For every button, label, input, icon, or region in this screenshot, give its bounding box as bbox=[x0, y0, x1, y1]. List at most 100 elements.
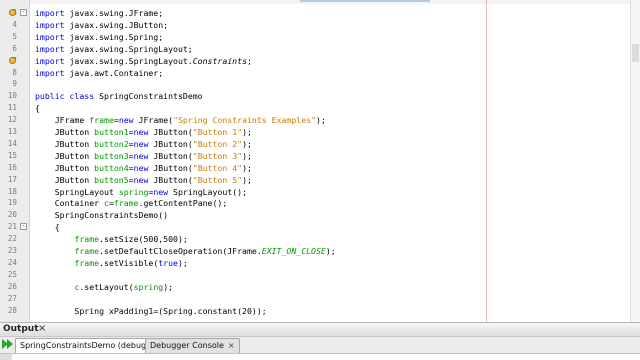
code-line[interactable]: 20 SpringConstraintsDemo() bbox=[0, 209, 640, 221]
code-line[interactable]: 23 frame.setDefaultCloseOperation(JFrame… bbox=[0, 245, 640, 257]
run-icon[interactable] bbox=[7, 339, 13, 349]
field-token: frame bbox=[89, 115, 114, 126]
code-line[interactable]: 16 JButton button4=new JButton("Button 4… bbox=[0, 162, 640, 174]
field-token: frame bbox=[74, 246, 100, 256]
code-token: javax.swing.SpringLayout. bbox=[64, 55, 193, 66]
code-line[interactable]: 3-import javax.swing.JFrame; bbox=[0, 7, 640, 19]
code-line[interactable]: 22 frame.setSize(500,500); bbox=[0, 233, 640, 245]
code-token: JButton bbox=[35, 150, 95, 161]
code-text: Container c=frame.getContentPane(); bbox=[35, 197, 228, 209]
fold-toggle-icon[interactable]: - bbox=[20, 9, 27, 16]
keyword-token: new bbox=[133, 138, 149, 149]
lightbulb-icon[interactable] bbox=[9, 56, 16, 64]
code-text: { bbox=[35, 221, 60, 233]
code-text: JButton button3=new JButton("Button 3"); bbox=[35, 150, 252, 162]
code-line[interactable]: 25 bbox=[0, 269, 640, 281]
code-line[interactable]: 24 frame.setVisible(true); bbox=[0, 257, 640, 269]
line-number: 12 bbox=[7, 115, 17, 125]
field-token: button5 bbox=[94, 174, 129, 185]
code-token: ); bbox=[242, 127, 252, 137]
output-panel-title: Output bbox=[3, 324, 39, 334]
keyword-token: import bbox=[35, 8, 65, 18]
string-token: "Button 4" bbox=[192, 162, 243, 173]
code-line[interactable]: 7import javax.swing.SpringLayout.Constra… bbox=[0, 55, 640, 67]
field-token: frame bbox=[74, 234, 100, 245]
code-token: javax.swing.JButton; bbox=[64, 19, 169, 30]
field-token: spring bbox=[133, 281, 164, 292]
code-token: ); bbox=[177, 257, 188, 268]
code-line[interactable]: 10 public class SpringConstraintsDemo bbox=[0, 90, 640, 102]
code-token: Container bbox=[35, 198, 105, 209]
code-editor[interactable]: 3-import javax.swing.JFrame;4import java… bbox=[0, 0, 640, 322]
tab-springconstraintsdemo-debug[interactable]: SpringConstraintsDemo (debug)× bbox=[15, 338, 165, 353]
code-line[interactable]: 11 { bbox=[0, 102, 640, 114]
output-area bbox=[0, 354, 640, 360]
line-number: 20 bbox=[7, 210, 17, 220]
vertical-scrollbar[interactable] bbox=[630, 0, 640, 322]
code-text: SpringLayout spring=new SpringLayout(); bbox=[35, 186, 247, 198]
code-text: import javax.swing.JButton; bbox=[35, 19, 168, 31]
code-line[interactable]: 13 JButton button1=new JButton("Button 1… bbox=[0, 126, 640, 138]
code-line[interactable]: 15 JButton button3=new JButton("Button 3… bbox=[0, 150, 640, 162]
keyword-token: new bbox=[133, 174, 149, 185]
scrollbar-thumb[interactable] bbox=[632, 44, 639, 62]
fold-toggle-icon[interactable]: - bbox=[20, 223, 27, 231]
code-line[interactable]: 12 JFrame frame=new JFrame("Spring Const… bbox=[0, 114, 640, 126]
code-text: import javax.swing.SpringLayout.Constrai… bbox=[35, 55, 252, 67]
tab-label: SpringConstraintsDemo (debug) bbox=[20, 341, 150, 350]
keyword-token: import bbox=[35, 67, 65, 78]
code-token: JButton bbox=[35, 162, 95, 173]
lightbulb-icon[interactable] bbox=[9, 9, 16, 16]
code-token: JButton( bbox=[148, 174, 193, 185]
code-text: JButton button1=new JButton("Button 1"); bbox=[35, 126, 252, 138]
code-line[interactable]: 5 import javax.swing.Spring; bbox=[0, 31, 640, 43]
line-number: 14 bbox=[7, 138, 17, 148]
code-line[interactable]: 21- { bbox=[0, 221, 640, 233]
line-number: 8 bbox=[12, 67, 17, 77]
line-number: 11 bbox=[7, 103, 17, 113]
code-token: { bbox=[35, 103, 40, 114]
code-line[interactable]: 14 JButton button2=new JButton("Button 2… bbox=[0, 138, 640, 150]
code-text: JFrame frame=new JFrame("Spring Constrai… bbox=[35, 114, 326, 126]
line-number: 24 bbox=[7, 257, 17, 267]
code-token: JFrame( bbox=[133, 115, 174, 126]
code-text: JButton button2=new JButton("Button 2"); bbox=[35, 138, 252, 150]
string-token: "Button 5" bbox=[192, 174, 243, 185]
code-token: .setSize(500,500); bbox=[99, 234, 188, 245]
keyword-token: import bbox=[35, 55, 65, 66]
code-line[interactable]: 19 Container c=frame.getContentPane(); bbox=[0, 197, 640, 209]
field-token: EXIT_ON_CLOSE bbox=[261, 246, 326, 256]
line-number: 26 bbox=[7, 281, 17, 291]
code-line[interactable]: 8 import java.awt.Container; bbox=[0, 67, 640, 79]
code-line[interactable]: 6 import javax.swing.SpringLayout; bbox=[0, 43, 640, 55]
code-token: .setVisible( bbox=[99, 257, 159, 268]
code-text: frame.setDefaultCloseOperation(JFrame.EX… bbox=[35, 245, 336, 257]
code-token: Spring xPadding1=(Spring.constant(20)); bbox=[35, 305, 267, 316]
code-text: c.setLayout(spring); bbox=[35, 281, 173, 293]
code-token: ); bbox=[325, 246, 336, 256]
code-token: SpringLayout(); bbox=[168, 186, 247, 197]
code-token: JButton( bbox=[148, 127, 193, 137]
code-line[interactable]: 28 Spring xPadding1=(Spring.constant(20)… bbox=[0, 305, 640, 317]
code-line[interactable]: 4 import javax.swing.JButton; bbox=[0, 19, 640, 31]
editor-top-strip bbox=[0, 0, 640, 4]
close-icon[interactable]: × bbox=[38, 323, 46, 334]
code-line[interactable]: 27 bbox=[0, 293, 640, 305]
code-line[interactable]: 17 JButton button5=new JButton("Button 5… bbox=[0, 174, 640, 186]
tab-debugger-console[interactable]: Debugger Console × bbox=[145, 338, 240, 353]
keyword-token: public class bbox=[35, 91, 95, 102]
code-token: javax.swing.Spring; bbox=[64, 31, 164, 42]
line-number: 13 bbox=[7, 127, 17, 136]
close-icon[interactable]: × bbox=[228, 341, 235, 350]
code-token: ); bbox=[242, 138, 252, 149]
code-line[interactable]: 26 c.setLayout(spring); bbox=[0, 281, 640, 293]
line-number: 15 bbox=[7, 150, 17, 160]
line-number: 21 bbox=[7, 222, 17, 232]
code-line[interactable]: 18 SpringLayout spring=new SpringLayout(… bbox=[0, 186, 640, 198]
code-text: import javax.swing.Spring; bbox=[35, 31, 163, 43]
code-token: JFrame bbox=[35, 115, 90, 126]
keyword-token: new bbox=[133, 162, 149, 173]
code-line[interactable]: 9 bbox=[0, 78, 640, 90]
code-token: java.awt.Container; bbox=[64, 67, 164, 78]
